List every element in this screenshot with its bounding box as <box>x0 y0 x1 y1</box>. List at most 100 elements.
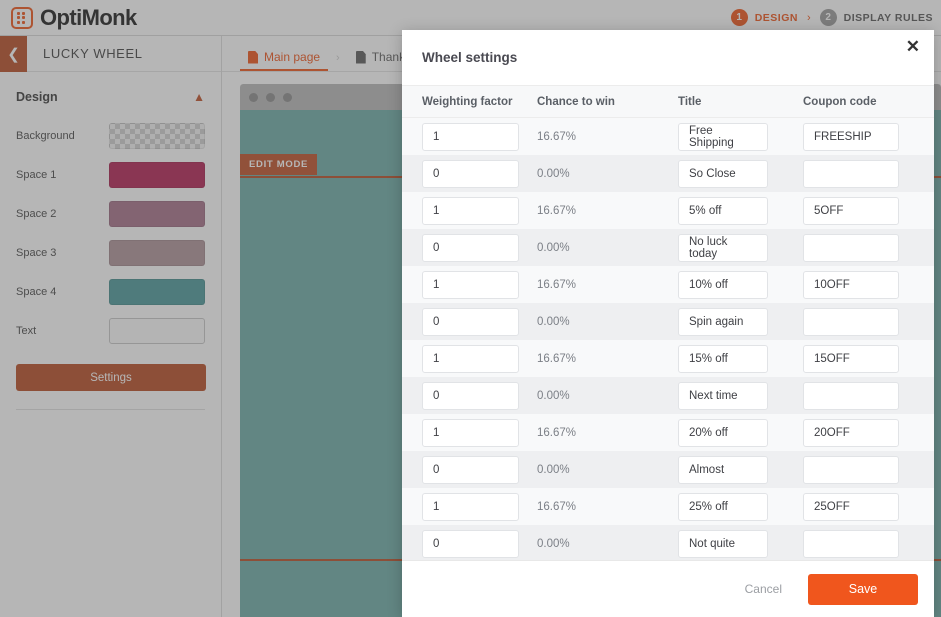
coupon-code-input[interactable]: 5OFF <box>803 196 899 225</box>
cell-coupon-code <box>803 455 934 484</box>
table-row: 1 16.67% 20% off 20OFF <box>402 414 934 451</box>
column-header-weighting-factor: Weighting factor <box>422 95 513 108</box>
weighting-factor-input[interactable]: 0 <box>422 159 519 188</box>
cell-chance-to-win: 0.00% <box>537 464 678 476</box>
cell-chance-to-win: 16.67% <box>537 353 678 365</box>
chance-to-win-value: 16.67% <box>537 352 577 365</box>
coupon-code-input[interactable] <box>803 529 899 558</box>
chance-to-win-value: 16.67% <box>537 204 577 217</box>
cell-title: Next time <box>678 381 803 410</box>
wheel-settings-modal: Wheel settings ✕ Weighting factor Chance… <box>402 30 934 617</box>
table-row: 0 0.00% Almost <box>402 451 934 488</box>
title-input[interactable]: Not quite <box>678 529 768 558</box>
weighting-factor-input[interactable]: 0 <box>422 233 519 262</box>
table-row: 0 0.00% So Close <box>402 155 934 192</box>
cell-title: 10% off <box>678 270 803 299</box>
table-header-row: Weighting factor Chance to win Title Cou… <box>402 85 934 118</box>
wheel-settings-table-body: 1 16.67% Free Shipping FREESHIP 0 0.00% So Clo… <box>402 118 934 560</box>
column-header-coupon-code: Coupon code <box>803 95 877 108</box>
weighting-factor-input[interactable]: 1 <box>422 418 519 447</box>
cell-weighting-factor: 1 <box>402 418 537 447</box>
cell-chance-to-win: 0.00% <box>537 168 678 180</box>
title-input[interactable]: 25% off <box>678 492 768 521</box>
cell-title: 20% off <box>678 418 803 447</box>
coupon-code-input[interactable] <box>803 233 899 262</box>
title-input[interactable]: Next time <box>678 381 768 410</box>
cell-chance-to-win: 0.00% <box>537 316 678 328</box>
save-button[interactable]: Save <box>808 573 918 605</box>
coupon-code-input[interactable] <box>803 381 899 410</box>
cell-coupon-code <box>803 307 934 336</box>
title-input[interactable]: 20% off <box>678 418 768 447</box>
chance-to-win-value: 0.00% <box>537 463 570 476</box>
column-header-chance-to-win: Chance to win <box>537 95 615 108</box>
weighting-factor-input[interactable]: 1 <box>422 270 519 299</box>
title-input[interactable]: Almost <box>678 455 768 484</box>
weighting-factor-input[interactable]: 1 <box>422 122 519 151</box>
cell-title: Not quite <box>678 529 803 558</box>
cell-weighting-factor: 1 <box>402 492 537 521</box>
table-row: 0 0.00% No luck today <box>402 229 934 266</box>
coupon-code-input[interactable]: FREESHIP <box>803 122 899 151</box>
table-row: 0 0.00% Not quite <box>402 525 934 560</box>
cell-title: Free Shipping <box>678 122 803 151</box>
table-row: 1 16.67% 10% off 10OFF <box>402 266 934 303</box>
cell-weighting-factor: 1 <box>402 196 537 225</box>
cell-chance-to-win: 0.00% <box>537 242 678 254</box>
weighting-factor-input[interactable]: 0 <box>422 455 519 484</box>
chance-to-win-value: 0.00% <box>537 241 570 254</box>
title-input[interactable]: 10% off <box>678 270 768 299</box>
title-input[interactable]: No luck today <box>678 233 768 262</box>
cell-chance-to-win: 16.67% <box>537 205 678 217</box>
cell-title: Spin again <box>678 307 803 336</box>
close-icon[interactable]: ✕ <box>906 38 920 55</box>
cell-coupon-code <box>803 381 934 410</box>
title-input[interactable]: So Close <box>678 159 768 188</box>
coupon-code-input[interactable]: 10OFF <box>803 270 899 299</box>
chance-to-win-value: 16.67% <box>537 130 577 143</box>
cell-coupon-code: 10OFF <box>803 270 934 299</box>
cell-weighting-factor: 0 <box>402 455 537 484</box>
cancel-button[interactable]: Cancel <box>725 574 802 604</box>
coupon-code-input[interactable] <box>803 159 899 188</box>
weighting-factor-input[interactable]: 0 <box>422 307 519 336</box>
cell-coupon-code <box>803 159 934 188</box>
modal-title: Wheel settings <box>422 50 518 65</box>
weighting-factor-input[interactable]: 0 <box>422 381 519 410</box>
weighting-factor-input[interactable]: 1 <box>422 344 519 373</box>
cell-title: So Close <box>678 159 803 188</box>
modal-footer: Cancel Save <box>402 560 934 617</box>
cell-weighting-factor: 1 <box>402 344 537 373</box>
cell-title: No luck today <box>678 233 803 262</box>
cell-weighting-factor: 0 <box>402 529 537 558</box>
cell-chance-to-win: 16.67% <box>537 427 678 439</box>
chance-to-win-value: 16.67% <box>537 426 577 439</box>
weighting-factor-input[interactable]: 1 <box>422 196 519 225</box>
chance-to-win-value: 16.67% <box>537 278 577 291</box>
title-input[interactable]: 15% off <box>678 344 768 373</box>
cell-weighting-factor: 0 <box>402 159 537 188</box>
table-row: 1 16.67% 15% off 15OFF <box>402 340 934 377</box>
coupon-code-input[interactable]: 20OFF <box>803 418 899 447</box>
cell-title: 15% off <box>678 344 803 373</box>
cell-weighting-factor: 1 <box>402 122 537 151</box>
table-row: 1 16.67% Free Shipping FREESHIP <box>402 118 934 155</box>
column-header-title: Title <box>678 95 702 108</box>
weighting-factor-input[interactable]: 0 <box>422 529 519 558</box>
coupon-code-input[interactable] <box>803 455 899 484</box>
title-input[interactable]: Spin again <box>678 307 768 336</box>
coupon-code-input[interactable]: 25OFF <box>803 492 899 521</box>
chance-to-win-value: 0.00% <box>537 167 570 180</box>
cell-coupon-code: 5OFF <box>803 196 934 225</box>
cell-chance-to-win: 16.67% <box>537 501 678 513</box>
modal-header: Wheel settings ✕ <box>402 30 934 85</box>
chance-to-win-value: 0.00% <box>537 315 570 328</box>
title-input[interactable]: Free Shipping <box>678 122 768 151</box>
weighting-factor-input[interactable]: 1 <box>422 492 519 521</box>
cell-coupon-code: FREESHIP <box>803 122 934 151</box>
coupon-code-input[interactable]: 15OFF <box>803 344 899 373</box>
coupon-code-input[interactable] <box>803 307 899 336</box>
cell-coupon-code <box>803 529 934 558</box>
cell-chance-to-win: 0.00% <box>537 390 678 402</box>
title-input[interactable]: 5% off <box>678 196 768 225</box>
